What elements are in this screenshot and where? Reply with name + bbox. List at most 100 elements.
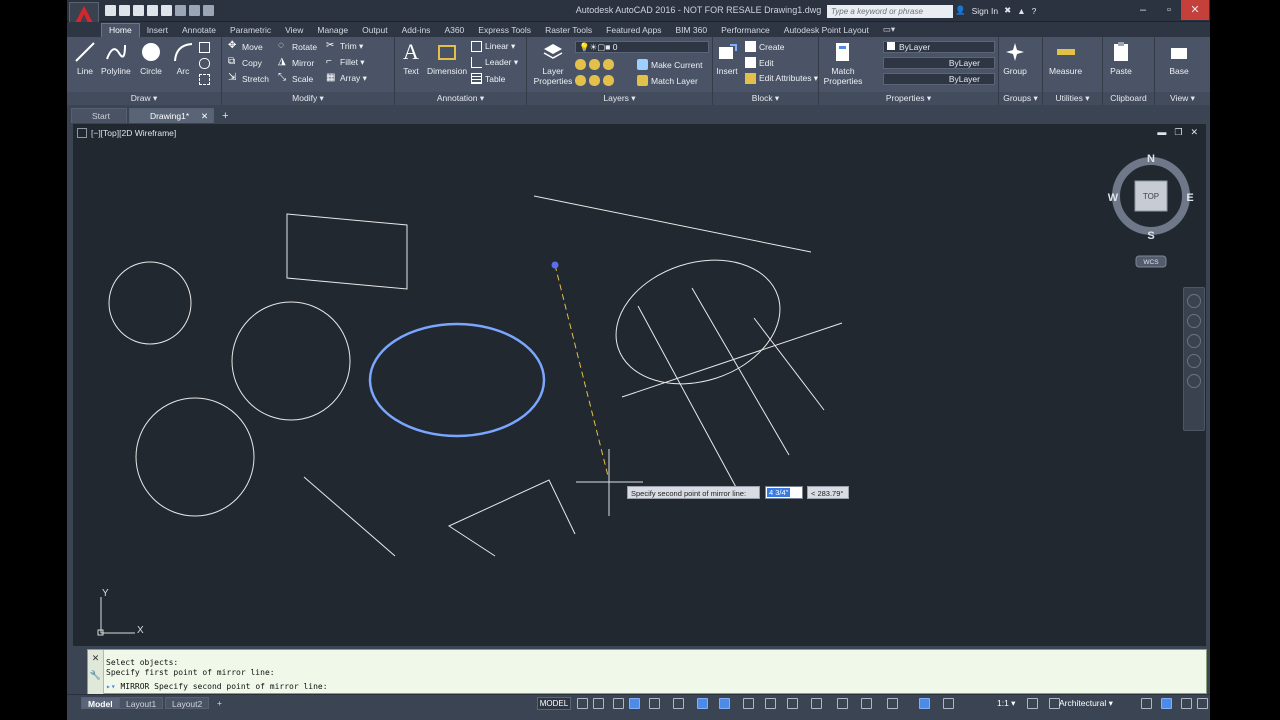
layer-dropdown[interactable]: 💡☀▢■ 0	[575, 41, 709, 53]
annotation-visibility-icon[interactable]	[919, 698, 930, 709]
3d-osnap-icon[interactable]	[811, 698, 822, 709]
close-command-line-icon[interactable]: ✕	[88, 653, 103, 664]
layer-unisolate-icon[interactable]	[589, 75, 600, 86]
mirror-button[interactable]: ◮ Mirror	[278, 57, 314, 68]
ortho-icon[interactable]	[629, 698, 640, 709]
dynamic-ucs-icon[interactable]	[837, 698, 848, 709]
group-button[interactable]: Group	[1003, 40, 1027, 76]
viewcube-face-top[interactable]: TOP	[1143, 192, 1159, 201]
tab-a360[interactable]: A360	[437, 24, 471, 37]
customization-icon[interactable]	[1197, 698, 1208, 709]
rotate-button[interactable]: ◌ Rotate	[278, 41, 317, 52]
exchange-icon[interactable]: ✖	[1004, 5, 1011, 16]
tab-performance[interactable]: Performance	[714, 24, 777, 37]
layers-panel-label[interactable]: Layers ▾	[527, 92, 712, 105]
text-button[interactable]: A Text	[399, 40, 423, 77]
trim-button[interactable]: ✂ Trim ▾	[326, 41, 363, 52]
edit-block-button[interactable]: Edit	[745, 57, 774, 68]
quick-properties-icon[interactable]	[1141, 698, 1152, 709]
tab-bim-360[interactable]: BIM 360	[668, 24, 714, 37]
base-button[interactable]: Base	[1167, 40, 1191, 76]
tab-view[interactable]: View	[278, 24, 310, 37]
wcs-menu[interactable]: WCS	[1143, 259, 1159, 266]
ribbon-more-icon[interactable]: ▭▾	[876, 23, 902, 37]
layer-thaw-icon[interactable]	[603, 75, 614, 86]
add-tab-button[interactable]: +	[216, 109, 234, 123]
linear-button[interactable]: Linear ▾	[471, 41, 515, 52]
dynamic-input-angle[interactable]: < 283.79°	[807, 486, 849, 499]
groups-panel-label[interactable]: Groups ▾	[999, 92, 1042, 105]
compass-west[interactable]: W	[1108, 192, 1119, 204]
maximize-button[interactable]: ▫	[1155, 0, 1183, 20]
measure-button[interactable]: Measure	[1049, 40, 1082, 76]
view-panel-label[interactable]: View ▾	[1155, 92, 1210, 105]
tab-insert[interactable]: Insert	[140, 24, 175, 37]
auto-scale-icon[interactable]	[943, 698, 954, 709]
draw-more-icon[interactable]	[199, 74, 210, 85]
tab-raster-tools[interactable]: Raster Tools	[538, 24, 599, 37]
orbit-icon[interactable]	[1187, 354, 1201, 368]
insert-button[interactable]: Insert	[715, 40, 739, 76]
isolate-objects-icon[interactable]	[1161, 698, 1172, 709]
leader-button[interactable]: Leader ▾	[471, 57, 518, 68]
model-space-button[interactable]: MODEL	[537, 697, 571, 710]
tab-autodesk-point-layout[interactable]: Autodesk Point Layout	[777, 24, 876, 37]
edit-attributes-button[interactable]: Edit Attributes ▾	[745, 73, 818, 84]
help-icon[interactable]: ?	[1032, 6, 1037, 16]
table-button[interactable]: Table	[471, 73, 505, 84]
tab-parametric[interactable]: Parametric	[223, 24, 278, 37]
utilities-panel-label[interactable]: Utilities ▾	[1043, 92, 1102, 105]
tab-add-ins[interactable]: Add-ins	[395, 24, 438, 37]
add-layout-button[interactable]: +	[211, 697, 228, 709]
arc-button[interactable]: Arc	[171, 40, 195, 76]
signin-button[interactable]: Sign In	[972, 6, 998, 16]
isometric-icon[interactable]	[673, 698, 684, 709]
create-block-button[interactable]: Create	[745, 41, 785, 52]
units-dropdown[interactable]: Architectural ▾	[1059, 698, 1113, 709]
viewcube[interactable]: TOP N S E W WCS	[1108, 153, 1194, 268]
search-input[interactable]: Type a keyword or phrase	[827, 5, 953, 18]
circle-button[interactable]: Circle	[139, 40, 163, 76]
tab-drawing1[interactable]: Drawing1* ✕	[128, 108, 215, 123]
array-button[interactable]: ▦ Array ▾	[326, 73, 367, 84]
lineweight-icon[interactable]	[743, 698, 754, 709]
fillet-button[interactable]: ⌐ Fillet ▾	[326, 57, 365, 68]
annotation-scale[interactable]: 1:1 ▾	[997, 698, 1015, 709]
selection-cycling-icon[interactable]	[787, 698, 798, 709]
transparency-icon[interactable]	[765, 698, 776, 709]
steering-wheel-icon[interactable]	[1187, 294, 1201, 308]
close-button[interactable]: ✕	[1181, 0, 1209, 20]
modify-panel-label[interactable]: Modify ▾	[222, 92, 394, 105]
layer-lock-icon[interactable]	[575, 75, 586, 86]
layer-properties-button[interactable]: Layer Properties	[531, 40, 575, 86]
match-layer-button[interactable]: Match Layer	[637, 75, 698, 86]
tab-featured-apps[interactable]: Featured Apps	[599, 24, 668, 37]
compass-east[interactable]: E	[1186, 192, 1193, 204]
clipboard-panel-label[interactable]: Clipboard	[1103, 92, 1154, 105]
snap-icon[interactable]	[593, 698, 604, 709]
scale-button[interactable]: ⤡ Scale	[278, 73, 313, 84]
showmotion-icon[interactable]	[1187, 374, 1201, 388]
selection-filter-icon[interactable]	[861, 698, 872, 709]
pan-icon[interactable]	[1187, 314, 1201, 328]
tab-express-tools[interactable]: Express Tools	[471, 24, 538, 37]
color-dropdown[interactable]: ByLayer	[883, 41, 995, 53]
tab-layout1[interactable]: Layout1	[119, 697, 164, 709]
tab-layout2[interactable]: Layout2	[165, 697, 210, 709]
move-button[interactable]: ✥ Move	[228, 41, 263, 52]
object-snap-icon[interactable]	[719, 698, 730, 709]
workspace-gear-icon[interactable]	[1027, 698, 1038, 709]
stretch-button[interactable]: ⇲ Stretch	[228, 73, 269, 84]
dynamic-input-length[interactable]: 4 3/4"	[765, 486, 803, 499]
paste-button[interactable]: Paste	[1109, 40, 1133, 76]
drawing-viewport[interactable]: [−][Top][2D Wireframe] ▬ ❐ ✕ Y X TOP N S…	[73, 124, 1206, 715]
object-snap-tracking-icon[interactable]	[697, 698, 708, 709]
hardware-acceleration-icon[interactable]	[1181, 698, 1192, 709]
tab-start[interactable]: Start	[71, 108, 127, 123]
layer-isolate-icon[interactable]	[589, 59, 600, 70]
polyline-button[interactable]: Polyline	[101, 40, 131, 76]
tab-model[interactable]: Model	[81, 697, 120, 709]
tab-manage[interactable]: Manage	[310, 24, 355, 37]
dimension-button[interactable]: Dimension	[427, 40, 467, 76]
layer-freeze-icon[interactable]	[603, 59, 614, 70]
